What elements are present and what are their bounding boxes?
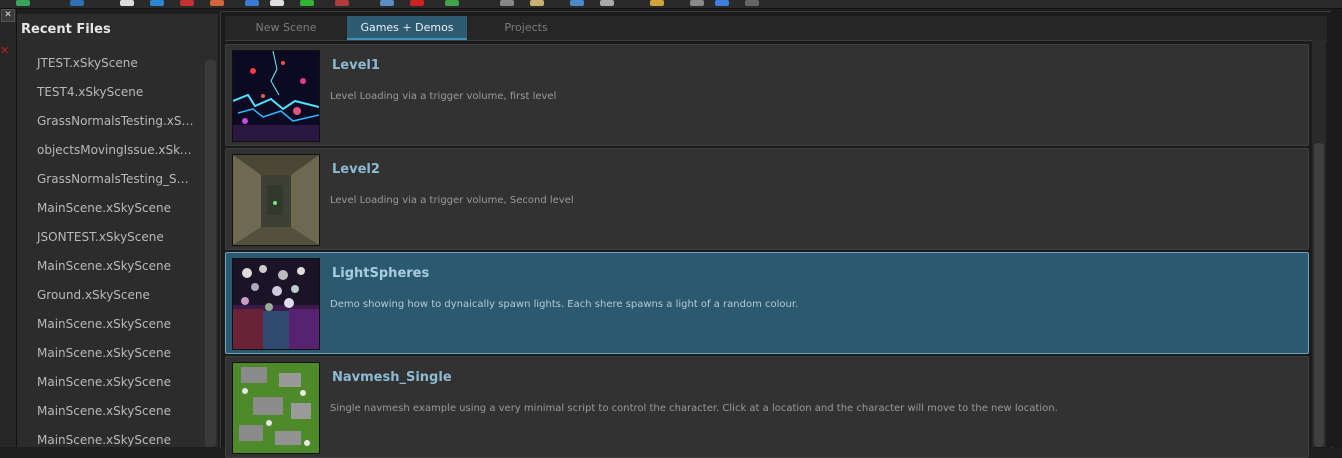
project-description: Single navmesh example using a very mini… bbox=[330, 403, 1058, 414]
tool-red-icon[interactable] bbox=[180, 0, 194, 6]
thumb-navmesh bbox=[232, 362, 320, 454]
tool-monitor-icon[interactable] bbox=[380, 0, 394, 6]
tool-page-icon[interactable] bbox=[270, 0, 284, 6]
project-list-scrollbar-thumb[interactable] bbox=[1314, 143, 1324, 447]
recent-file-item[interactable]: objectsMovingIssue.xSkyScene bbox=[17, 139, 195, 168]
recent-file-item[interactable]: MainScene.xSkyScene bbox=[17, 342, 195, 371]
tab-new-scene[interactable]: New Scene bbox=[225, 16, 347, 40]
tool-satellite-icon[interactable] bbox=[690, 0, 704, 6]
tool-grid-icon[interactable] bbox=[300, 0, 314, 6]
top-toolbar bbox=[0, 0, 1342, 9]
thumb-lightning bbox=[232, 50, 320, 142]
recent-file-item[interactable]: GrassNormalsTesting.xSkyScene bbox=[17, 110, 195, 139]
project-card-navmesh-single[interactable]: Navmesh_Single Single navmesh example us… bbox=[225, 356, 1309, 458]
tool-cube-icon[interactable] bbox=[245, 0, 259, 6]
recent-files-list: JTEST.xSkyScene TEST4.xSkyScene GrassNorma… bbox=[17, 52, 203, 458]
recent-file-item[interactable]: MainScene.xSkyScene bbox=[17, 255, 195, 284]
right-edge bbox=[1331, 9, 1342, 447]
recent-files-panel: Recent Files JTEST.xSkyScene TEST4.xSkySc… bbox=[17, 14, 218, 447]
tool-record-icon[interactable] bbox=[335, 0, 349, 6]
tool-blue-icon[interactable] bbox=[150, 0, 164, 6]
close-panel-icon[interactable]: ✕ bbox=[1, 9, 15, 22]
project-title: Level2 bbox=[332, 162, 380, 177]
recent-file-item[interactable]: MainScene.xSkyScene bbox=[17, 197, 195, 226]
recent-file-item[interactable]: MainScene.xSkyScene bbox=[17, 313, 195, 342]
tool-camera-icon[interactable] bbox=[745, 0, 759, 6]
recent-files-title: Recent Files bbox=[21, 22, 111, 37]
tool-gear-icon[interactable] bbox=[120, 0, 134, 6]
thumb-stone-corridor bbox=[232, 154, 320, 246]
project-description: Level Loading via a trigger volume, Seco… bbox=[330, 195, 574, 206]
project-card-level1[interactable]: Level1 Level Loading via a trigger volum… bbox=[225, 44, 1309, 146]
project-title: Level1 bbox=[332, 58, 380, 73]
error-icon: ✕ bbox=[0, 44, 10, 57]
recent-files-scrollbar[interactable] bbox=[205, 60, 216, 447]
tool-sphere-icon[interactable] bbox=[500, 0, 514, 6]
project-description: Demo showing how to dynaically spawn lig… bbox=[330, 299, 799, 310]
recent-file-item[interactable]: Ground.xSkyScene bbox=[17, 284, 195, 313]
project-card-level2[interactable]: Level2 Level Loading via a trigger volum… bbox=[225, 148, 1309, 250]
tool-flag-icon[interactable] bbox=[410, 0, 424, 6]
project-description: Level Loading via a trigger volume, firs… bbox=[330, 91, 557, 102]
tab-projects[interactable]: Projects bbox=[467, 16, 585, 40]
project-title: Navmesh_Single bbox=[332, 370, 452, 385]
recent-file-item[interactable]: TEST4.xSkyScene bbox=[17, 81, 195, 110]
recent-file-item[interactable]: MainScene.xSkyScene bbox=[17, 371, 195, 400]
main-panel: New Scene Games + Demos Projects Level1 … bbox=[220, 11, 1332, 458]
recent-file-item[interactable]: GrassNormalsTesting_SMALL.xSkyScene bbox=[17, 168, 195, 197]
tab-games-demos[interactable]: Games + Demos bbox=[347, 16, 467, 40]
left-gutter bbox=[0, 9, 17, 447]
project-title: LightSpheres bbox=[332, 266, 430, 281]
tool-brush-icon[interactable] bbox=[600, 0, 614, 6]
recent-file-item[interactable]: JSONTEST.xSkyScene bbox=[17, 226, 195, 255]
tab-bar: New Scene Games + Demos Projects bbox=[225, 16, 1327, 41]
tool-window-icon[interactable] bbox=[570, 0, 584, 6]
tool-globe-icon[interactable] bbox=[70, 0, 84, 6]
recent-file-item[interactable]: MainScene.xSkyScene bbox=[17, 400, 195, 429]
tool-green-icon[interactable] bbox=[16, 0, 30, 6]
project-card-lightspheres[interactable]: LightSpheres Demo showing how to dynaica… bbox=[225, 252, 1309, 354]
tool-book-icon[interactable] bbox=[530, 0, 544, 6]
tool-pencil-icon[interactable] bbox=[650, 0, 664, 6]
thumb-light-spheres bbox=[232, 258, 320, 350]
tool-chart-icon[interactable] bbox=[445, 0, 459, 6]
recent-file-item[interactable]: MainScene.xSkyScene bbox=[17, 429, 195, 458]
recent-file-item[interactable]: JTEST.xSkyScene bbox=[17, 52, 195, 81]
tool-color-wheel-icon[interactable] bbox=[210, 0, 224, 6]
tool-ball-icon[interactable] bbox=[715, 0, 729, 6]
